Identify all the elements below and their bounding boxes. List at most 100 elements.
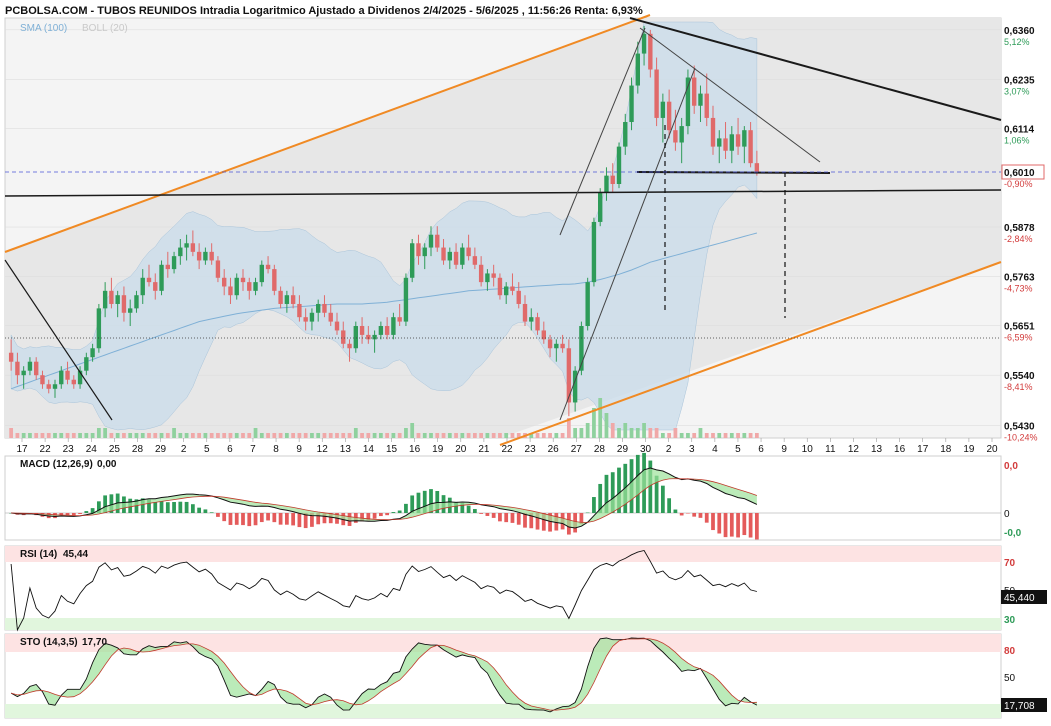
macd-hist-bar <box>679 513 684 516</box>
candle-body <box>660 101 666 118</box>
candle-body <box>742 130 747 147</box>
sto-panel: STO (14,3,5) 17,70 80 50 17,708 <box>4 633 1047 719</box>
volume-bar <box>742 433 747 438</box>
candle-body <box>535 317 540 331</box>
volume-bar <box>203 433 208 438</box>
macd-hist-bar <box>698 513 703 518</box>
volume-bar <box>397 433 402 438</box>
macd-tick-zero: 0 <box>1004 509 1010 520</box>
date-label: 14 <box>363 444 375 455</box>
candle-body <box>453 251 459 265</box>
date-label: 19 <box>963 444 975 455</box>
macd-hist-bar <box>84 511 89 513</box>
macd-hist-bar <box>216 513 220 517</box>
volume-bar <box>297 433 302 438</box>
date-label: 3 <box>689 444 695 455</box>
candle-body <box>666 101 672 131</box>
volume-bar <box>585 423 590 438</box>
volume-bar <box>648 428 653 438</box>
candle-body <box>297 303 302 318</box>
current-price-pct: -0,90% <box>1004 179 1033 189</box>
volume-bar <box>441 433 446 438</box>
volume-bar <box>328 433 333 438</box>
candle-body <box>21 370 26 376</box>
candle-body <box>604 175 609 193</box>
candle-body <box>240 277 246 283</box>
candle-body <box>222 277 227 287</box>
date-label: 23 <box>525 444 537 455</box>
candle-body <box>403 277 409 322</box>
volume-bar <box>78 433 82 438</box>
date-label: 18 <box>940 444 952 455</box>
volume-bar <box>278 433 283 438</box>
volume-bar <box>541 433 546 438</box>
candle-body <box>34 361 39 376</box>
volume-bar <box>654 428 659 438</box>
candle-body <box>522 303 528 322</box>
candle <box>353 321 358 353</box>
volume-bar <box>34 433 39 438</box>
volume-bar <box>103 428 108 438</box>
date-label: 22 <box>501 444 513 455</box>
volume-bar <box>272 433 277 438</box>
macd-hist-bar <box>184 501 189 513</box>
candle-body <box>71 379 76 385</box>
sto-oversold-zone <box>5 704 1001 718</box>
candle-body <box>416 243 421 257</box>
volume-bar <box>679 433 684 438</box>
candle-body <box>359 326 365 335</box>
volume-bar <box>178 433 183 438</box>
candle-body <box>190 243 196 252</box>
candle-body <box>15 361 20 376</box>
volume-bar <box>266 433 270 438</box>
candle-body <box>497 277 503 296</box>
date-label: 8 <box>273 444 279 455</box>
date-label: 4 <box>712 444 718 455</box>
volume-bar <box>15 433 20 438</box>
candle-body <box>178 247 183 257</box>
volume-bar <box>184 433 189 438</box>
volume-bar <box>90 433 95 438</box>
date-label: 28 <box>132 444 144 455</box>
volume-bar <box>635 428 640 438</box>
price-panel: SMA (100) BOLL (20) <box>4 14 1002 446</box>
volume-bar <box>711 433 715 438</box>
volume-bar <box>109 433 114 438</box>
candle <box>685 69 691 135</box>
candle-body <box>629 85 634 123</box>
sma-legend: SMA (100) <box>20 23 67 34</box>
macd-tick-bottom: -0,0 <box>1004 528 1022 539</box>
candle-body <box>8 352 14 362</box>
candle-body <box>46 384 51 389</box>
macd-hist-bar <box>516 513 521 525</box>
volume-bar <box>472 433 477 438</box>
current-price-label: 0,6010 <box>1004 168 1035 179</box>
candle-body <box>591 221 597 283</box>
candle-body <box>679 126 684 143</box>
volume-bar <box>673 428 678 438</box>
volume-bar <box>692 433 697 438</box>
date-label: 16 <box>894 444 906 455</box>
candle <box>159 260 164 296</box>
date-label: 13 <box>340 444 352 455</box>
candle-body <box>447 251 452 261</box>
volume-bar <box>573 428 578 438</box>
candle-body <box>610 175 615 184</box>
volume-bar <box>247 433 252 438</box>
date-label: 2 <box>666 444 672 455</box>
volume-bar <box>172 428 176 438</box>
macd-hist-bar <box>178 501 183 513</box>
price-tick-label: 0,6114 <box>1004 125 1034 136</box>
volume-bar <box>241 433 245 438</box>
volume-bar <box>134 433 139 438</box>
candle-body <box>491 273 496 278</box>
macd-hist-bar <box>153 502 158 513</box>
macd-hist-bar <box>660 485 665 513</box>
macd-hist-bar <box>736 513 740 538</box>
macd-hist-bar <box>686 513 690 514</box>
date-label: 9 <box>296 444 302 455</box>
candle-body <box>516 290 521 304</box>
candle-body <box>341 330 346 344</box>
price-tick-label: 0,6235 <box>1004 76 1035 87</box>
macd-hist-bar <box>742 513 747 536</box>
